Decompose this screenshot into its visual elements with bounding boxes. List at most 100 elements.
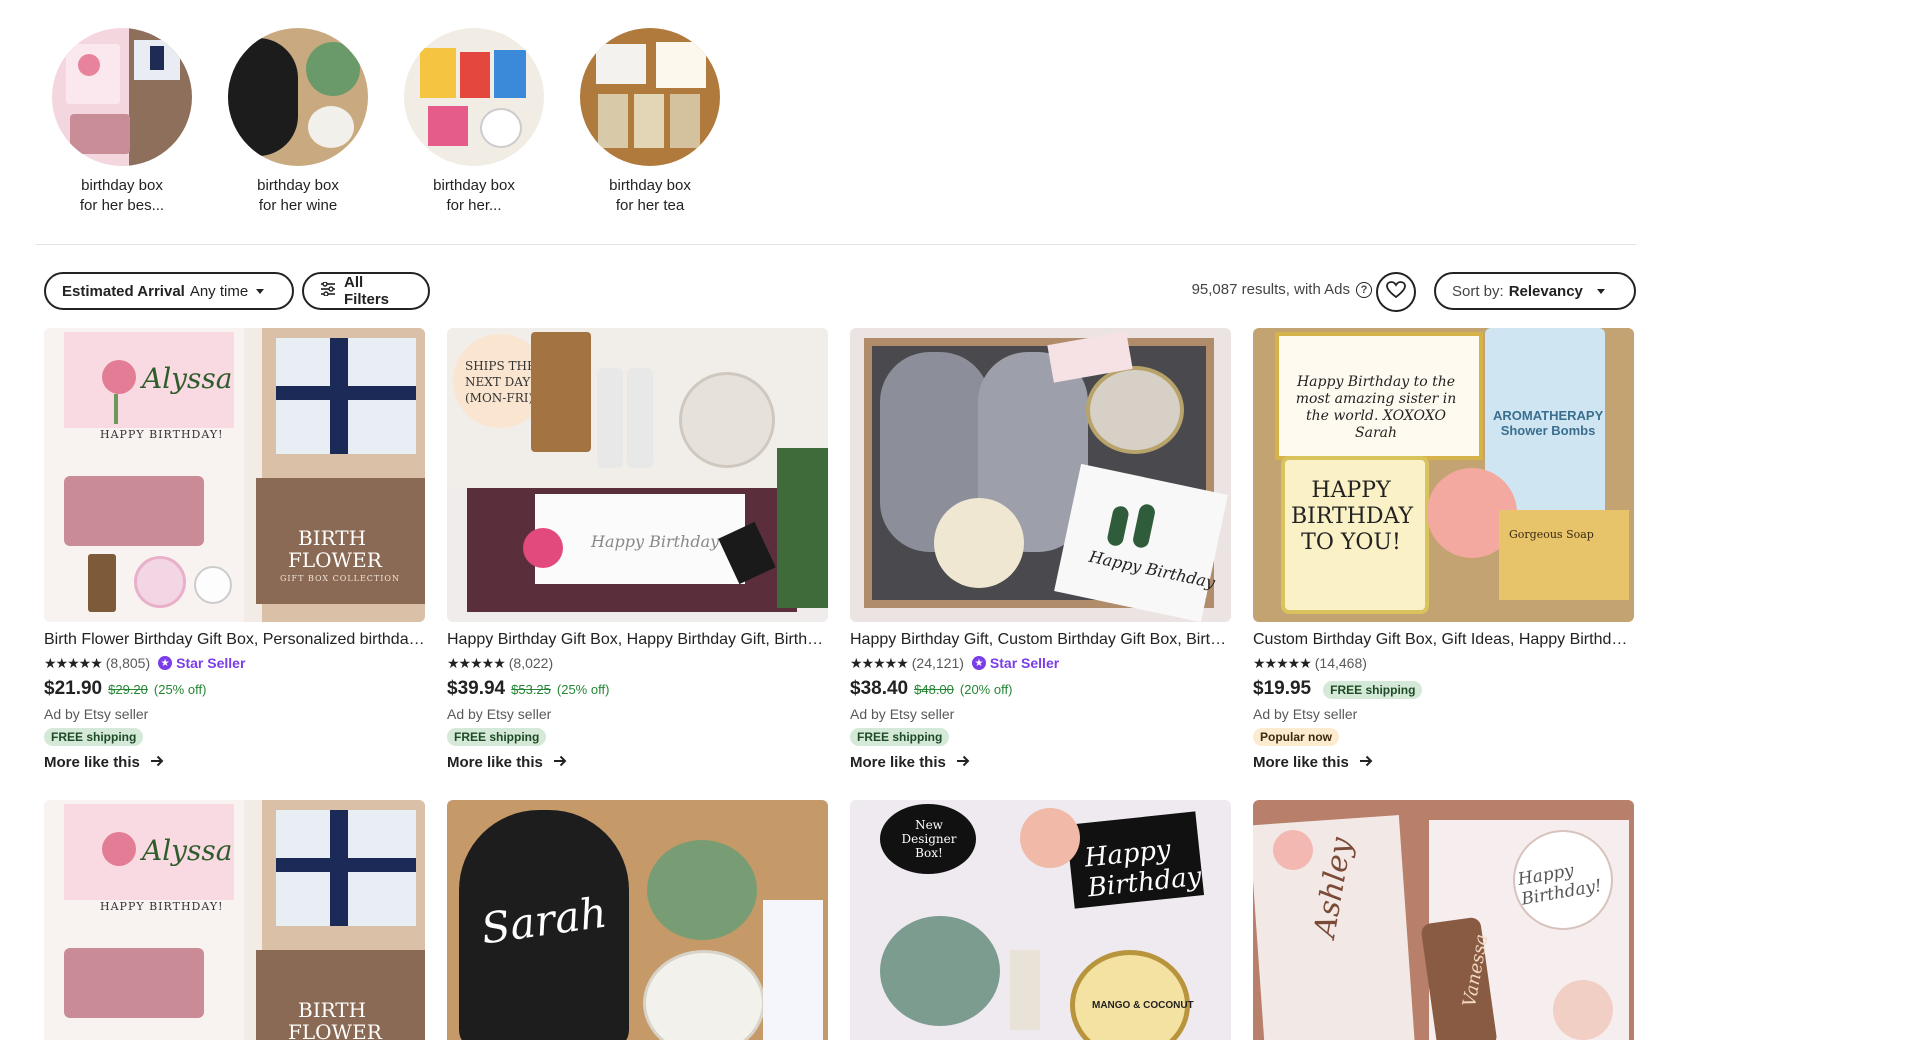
- listing-card[interactable]: Happy Birthday to the most amazing siste…: [1253, 328, 1634, 771]
- arrow-right-icon: [956, 754, 970, 771]
- listing-card[interactable]: New Designer Box! Happy Birthday MANGO &…: [850, 800, 1231, 1040]
- review-count: (24,121): [911, 655, 964, 671]
- sale-price: $21.90: [44, 678, 103, 699]
- image-text: FLOWER: [288, 1020, 382, 1040]
- more-like-this-label: More like this: [1253, 754, 1349, 771]
- image-text: Alyssa: [142, 834, 233, 867]
- listing-rating: ★★★★★ (24,121) ★ Star Seller: [850, 654, 1231, 672]
- sort-value: Relevancy: [1508, 282, 1583, 300]
- listing-title[interactable]: Happy Birthday Gift Box, Happy Birthday …: [447, 630, 828, 650]
- image-text: New Designer Box!: [901, 818, 957, 860]
- free-shipping-badge: FREE shipping: [447, 728, 547, 746]
- image-text: BIRTH: [298, 526, 367, 550]
- related-label-line2: for her bes...: [79, 197, 165, 214]
- related-label-line2: for her wine: [258, 197, 338, 214]
- more-like-this-button[interactable]: More like this: [44, 754, 425, 771]
- related-search-tea[interactable]: birthday box for her tea: [580, 28, 720, 216]
- price-row: $38.40 $48.00 (20% off): [850, 678, 1231, 700]
- listing-image: Alyssa HAPPY BIRTHDAY! BIRTH FLOWER: [44, 800, 425, 1040]
- image-text: HAPPY BIRTHDAY TO YOU!: [1291, 478, 1414, 555]
- sort-dropdown[interactable]: Sort by: Relevancy: [1434, 272, 1636, 310]
- related-thumb-image: [52, 28, 192, 166]
- review-count: (8,805): [105, 655, 151, 671]
- related-search-her[interactable]: birthday box for her...: [404, 28, 544, 216]
- star-seller-badge: ★ Star Seller: [158, 655, 245, 671]
- estimated-arrival-filter[interactable]: Estimated Arrival Any time: [44, 272, 294, 310]
- results-count: 95,087 results, with Ads ?: [1192, 281, 1372, 298]
- listing-card[interactable]: Alyssa HAPPY BIRTHDAY! BIRTH FLOWER GIFT…: [44, 328, 425, 771]
- image-text: GIFT BOX COLLECTION: [280, 574, 400, 583]
- star-seller-icon: ★: [158, 656, 173, 670]
- listing-image: SHIPS THE NEXT DAY (MON-FRI) Happy Birth…: [447, 328, 828, 622]
- listing-image: Ashley Happy Birthday! Vanessa: [1253, 800, 1634, 1040]
- star-rating-icon: ★★★★★: [850, 654, 909, 671]
- more-like-this-button[interactable]: More like this: [1253, 754, 1634, 771]
- price-row: $21.90 $29.20 (25% off): [44, 678, 425, 700]
- star-rating-icon: ★★★★★: [44, 654, 103, 671]
- discount-percent: (25% off): [556, 682, 610, 697]
- listing-card[interactable]: Ashley Happy Birthday! Vanessa: [1253, 800, 1634, 1040]
- review-count: (8,022): [508, 655, 554, 671]
- related-thumb-image: [580, 28, 720, 166]
- image-text: Gorgeous Soap: [1509, 528, 1594, 541]
- arrival-value: Any time: [189, 282, 249, 300]
- price-row: $19.95 FREE shipping: [1253, 678, 1634, 700]
- sale-price: $39.94: [447, 678, 506, 699]
- arrow-right-icon: [150, 754, 164, 771]
- more-like-this-button[interactable]: More like this: [850, 754, 1231, 771]
- listing-image: Sarah: [447, 800, 828, 1040]
- image-text: AROMATHERAPY Shower Bombs: [1493, 408, 1604, 438]
- listing-rating: ★★★★★ (8,805) ★ Star Seller: [44, 654, 425, 672]
- discount-percent: (20% off): [959, 682, 1013, 697]
- related-search-best-friend[interactable]: birthday box for her bes...: [52, 28, 192, 216]
- more-like-this-label: More like this: [44, 754, 140, 771]
- image-text: FLOWER: [288, 548, 382, 572]
- star-rating-icon: ★★★★★: [447, 654, 506, 671]
- section-divider: [36, 244, 1636, 245]
- listing-rating: ★★★★★ (14,468): [1253, 654, 1634, 672]
- free-shipping-badge: FREE shipping: [850, 728, 950, 746]
- discount-percent: (25% off): [153, 682, 207, 697]
- help-icon[interactable]: ?: [1356, 281, 1372, 298]
- listing-card[interactable]: Happy Birthday Happy Birthday Gift, Cust…: [850, 328, 1231, 771]
- heart-icon: [1386, 280, 1406, 304]
- arrow-right-icon: [553, 754, 567, 771]
- related-search-wine[interactable]: birthday box for her wine: [228, 28, 368, 216]
- listing-title[interactable]: Custom Birthday Gift Box, Gift Ideas, Ha…: [1253, 630, 1634, 650]
- image-text: BIRTH: [298, 998, 367, 1022]
- free-shipping-badge: FREE shipping: [44, 728, 144, 746]
- listing-rating: ★★★★★ (8,022): [447, 654, 828, 672]
- image-text: HAPPY BIRTHDAY!: [100, 900, 224, 913]
- listing-title[interactable]: Happy Birthday Gift, Custom Birthday Gif…: [850, 630, 1231, 650]
- related-label-line1: birthday box: [609, 177, 691, 194]
- listing-card[interactable]: SHIPS THE NEXT DAY (MON-FRI) Happy Birth…: [447, 328, 828, 771]
- filter-bar: Estimated Arrival Any time All Filters 9…: [44, 272, 1636, 314]
- image-text: Happy Birthday to the most amazing siste…: [1295, 374, 1457, 441]
- listing-card[interactable]: Sarah: [447, 800, 828, 1040]
- related-label-line1: birthday box: [81, 177, 163, 194]
- listing-card[interactable]: Alyssa HAPPY BIRTHDAY! BIRTH FLOWER: [44, 800, 425, 1040]
- more-like-this-button[interactable]: More like this: [447, 754, 828, 771]
- caret-down-icon: [256, 288, 265, 294]
- related-label-line2: for her...: [446, 197, 502, 214]
- related-label-line1: birthday box: [433, 177, 515, 194]
- free-shipping-badge: FREE shipping: [1323, 681, 1423, 699]
- favorite-search-button[interactable]: [1376, 272, 1416, 312]
- original-price: $53.25: [511, 682, 551, 697]
- image-text: Alyssa: [142, 362, 233, 395]
- related-label-line1: birthday box: [257, 177, 339, 194]
- related-thumb-image: [404, 28, 544, 166]
- related-thumb-image: [228, 28, 368, 166]
- sale-price: $38.40: [850, 678, 909, 699]
- more-like-this-label: More like this: [850, 754, 946, 771]
- image-text: HAPPY BIRTHDAY!: [100, 428, 224, 441]
- all-filters-button[interactable]: All Filters: [302, 272, 430, 310]
- review-count: (14,468): [1314, 655, 1367, 671]
- listing-image: Happy Birthday to the most amazing siste…: [1253, 328, 1634, 622]
- listing-image: New Designer Box! Happy Birthday MANGO &…: [850, 800, 1231, 1040]
- ad-label: Ad by Etsy seller: [850, 706, 955, 722]
- listing-title[interactable]: Birth Flower Birthday Gift Box, Personal…: [44, 630, 425, 650]
- all-filters-label: All Filters: [344, 274, 390, 308]
- price-row: $39.94 $53.25 (25% off): [447, 678, 828, 700]
- listing-image: Alyssa HAPPY BIRTHDAY! BIRTH FLOWER GIFT…: [44, 328, 425, 622]
